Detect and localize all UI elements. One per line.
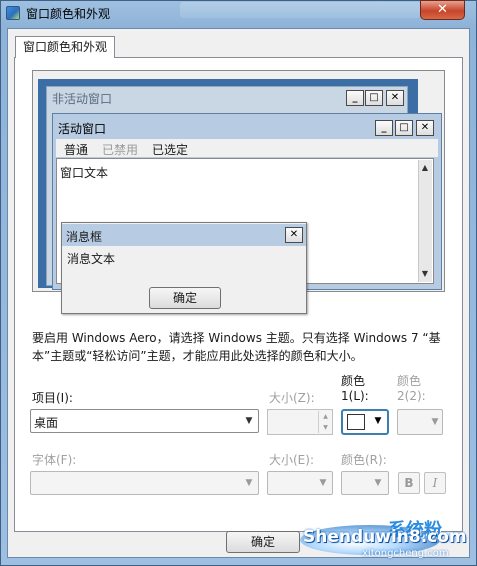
window-text-label: 窗口文本 bbox=[60, 166, 109, 180]
color1-label-top: 颜色 bbox=[341, 374, 366, 388]
message-box-title: 消息框 bbox=[66, 230, 103, 244]
inactive-close-icon: ✕ bbox=[386, 90, 404, 106]
control-panel-icon[interactable] bbox=[6, 6, 20, 20]
item-size-label: 大小(Z): bbox=[269, 391, 315, 405]
menu-item-disabled[interactable]: 已禁用 bbox=[102, 141, 138, 158]
preview-ok-button[interactable]: 确定 bbox=[149, 287, 221, 309]
inactive-window-title: 非活动窗口 bbox=[52, 92, 113, 106]
scroll-up-icon: ▲ bbox=[421, 163, 429, 172]
color1-label-bottom: 1(L): bbox=[341, 389, 369, 403]
color1-chevron-down-icon: ▼ bbox=[374, 416, 382, 426]
active-close-icon: ✕ bbox=[416, 120, 434, 136]
spin-up-icon: ▲ bbox=[318, 411, 332, 422]
color2-label-top: 颜色 bbox=[397, 374, 422, 388]
color2-chevron-down-icon: ▼ bbox=[431, 417, 439, 427]
font-chevron-down-icon: ▼ bbox=[245, 478, 253, 488]
active-window-title: 活动窗口 bbox=[58, 122, 107, 136]
bold-button[interactable]: B bbox=[398, 472, 420, 494]
tab-window-color-appearance[interactable]: 窗口颜色和外观 bbox=[15, 36, 115, 58]
font-size-label: 大小(E): bbox=[269, 453, 314, 467]
item-select[interactable] bbox=[30, 409, 259, 433]
color1-swatch bbox=[347, 414, 365, 430]
aero-description: 要启用 Windows Aero，请选择 Windows 主题。只有选择 Win… bbox=[32, 331, 441, 363]
window-title: 窗口颜色和外观 bbox=[26, 7, 111, 21]
color2-label-bottom: 2(2): bbox=[397, 389, 426, 403]
ok-button[interactable]: 确定 bbox=[226, 531, 300, 553]
menu-item-selected[interactable]: 已选定 bbox=[152, 141, 188, 158]
item-label: 项目(I): bbox=[32, 391, 73, 405]
scroll-down-icon: ▼ bbox=[421, 269, 429, 278]
font-size-chevron-down-icon: ▼ bbox=[319, 478, 327, 488]
titlebar-glass bbox=[180, 2, 420, 18]
menu-item-normal[interactable]: 普通 bbox=[64, 141, 88, 158]
chevron-down-icon: ▼ bbox=[245, 416, 253, 426]
window-close-button[interactable]: ✕ bbox=[420, 0, 465, 20]
item-select-value: 桌面 bbox=[34, 416, 59, 430]
active-minimize-icon: _ bbox=[375, 120, 393, 136]
font-select[interactable] bbox=[30, 471, 259, 495]
inactive-minimize-icon: _ bbox=[346, 90, 364, 106]
font-label: 字体(F): bbox=[32, 453, 77, 467]
message-text: 消息文本 bbox=[67, 252, 116, 266]
font-color-chevron-down-icon: ▼ bbox=[374, 478, 382, 488]
italic-button[interactable]: I bbox=[424, 472, 446, 494]
active-maximize-icon: □ bbox=[395, 120, 413, 136]
message-box-close-icon: ✕ bbox=[285, 227, 303, 243]
inactive-maximize-icon: □ bbox=[365, 90, 383, 106]
watermark-url: xitongcheng.com bbox=[362, 548, 449, 559]
font-color-label: 颜色(R): bbox=[341, 453, 387, 467]
preview-scrollbar[interactable] bbox=[418, 160, 432, 282]
spin-down-icon: ▼ bbox=[318, 422, 332, 433]
watermark-logo: Shenduwin8.com bbox=[303, 527, 467, 547]
